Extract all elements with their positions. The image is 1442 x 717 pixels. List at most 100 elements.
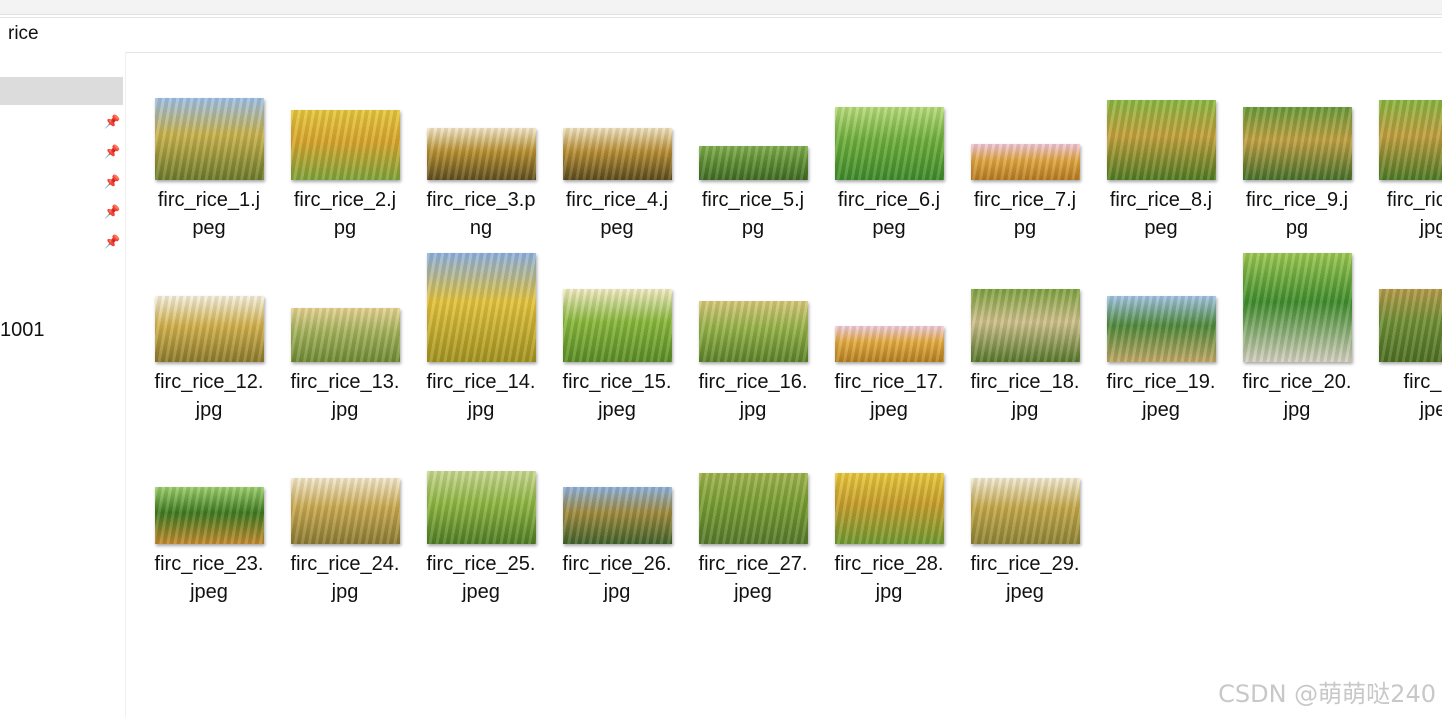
file-item[interactable]: firc_rice_23. jpeg — [144, 416, 274, 603]
thumbnail-frame — [416, 416, 546, 544]
thumbnail-frame — [416, 234, 546, 362]
file-name: firc_rice_29. jpeg — [970, 553, 1080, 603]
file-item[interactable]: firc_rice_14. jpg — [416, 234, 546, 421]
file-name: firc_rice_25. jpeg — [426, 553, 536, 603]
file-item[interactable]: firc_rice_26. jpg — [552, 416, 682, 603]
file-item[interactable]: firc_rice_9.j pg — [1232, 52, 1362, 239]
file-item[interactable]: firc_rice_3.p ng — [416, 52, 546, 239]
image-thumbnail — [427, 128, 536, 180]
file-item[interactable]: firc_rice_27. jpeg — [688, 416, 818, 603]
file-grid: firc_rice_1.j peg firc_rice_2.j pg firc_rice… — [126, 52, 1442, 717]
thumbnail-frame — [1368, 52, 1442, 180]
file-name: firc_rice_20. jpg — [1242, 371, 1352, 421]
thumbnail-frame — [688, 52, 818, 180]
image-thumbnail — [971, 144, 1080, 180]
image-thumbnail — [155, 98, 264, 180]
file-item[interactable]: firc_rice_6.j peg — [824, 52, 954, 239]
pin-icon[interactable]: 📌 — [104, 234, 120, 250]
image-thumbnail — [291, 478, 400, 544]
thumbnail-frame — [1232, 234, 1362, 362]
image-thumbnail — [563, 128, 672, 180]
image-thumbnail — [699, 146, 808, 180]
image-thumbnail — [155, 487, 264, 544]
file-item[interactable]: firc_rice_15. jpeg — [552, 234, 682, 421]
thumbnail-frame — [552, 234, 682, 362]
image-thumbnail — [699, 301, 808, 362]
file-name: firc_ricjpe — [1403, 371, 1442, 421]
address-path: rice — [8, 23, 39, 44]
image-thumbnail — [1243, 107, 1352, 180]
pin-icon[interactable]: 📌 — [104, 114, 120, 130]
file-item[interactable]: firc_rice_13. jpg — [280, 234, 410, 421]
image-thumbnail — [155, 296, 264, 362]
file-item[interactable]: firc_rice_25. jpeg — [416, 416, 546, 603]
thumbnail-frame — [552, 416, 682, 544]
image-thumbnail — [1379, 289, 1442, 362]
thumbnail-frame — [1368, 234, 1442, 362]
image-thumbnail — [1379, 100, 1442, 180]
image-thumbnail — [1107, 296, 1216, 362]
image-thumbnail — [835, 107, 944, 180]
pin-icon[interactable]: 📌 — [104, 174, 120, 190]
file-item[interactable]: firc_rice_4.j peg — [552, 52, 682, 239]
image-thumbnail — [563, 289, 672, 362]
thumbnail-frame — [688, 416, 818, 544]
nav-item-label[interactable]: 1001 — [0, 319, 45, 342]
thumbnail-frame — [824, 416, 954, 544]
watermark: CSDN @萌萌哒240 — [1218, 680, 1436, 708]
thumbnail-frame — [1096, 234, 1226, 362]
file-item[interactable]: firc_rice_8.j peg — [1096, 52, 1226, 239]
thumbnail-frame — [960, 416, 1090, 544]
window-top-strip — [0, 0, 1442, 15]
file-item[interactable]: firc_rice_18. jpg — [960, 234, 1090, 421]
navigation-pane: 📌 📌 📌 📌 📌 1001 — [0, 52, 126, 717]
file-name: firc_rice_26. jpg — [562, 553, 672, 603]
nav-item-selected[interactable] — [0, 77, 123, 105]
pin-icon[interactable]: 📌 — [104, 144, 120, 160]
image-thumbnail — [291, 110, 400, 180]
thumbnail-frame — [688, 234, 818, 362]
image-thumbnail — [835, 473, 944, 544]
file-name: firc_rice_27. jpeg — [698, 553, 808, 603]
image-thumbnail — [835, 326, 944, 362]
file-item[interactable]: firc_rice_7.j pg — [960, 52, 1090, 239]
file-name: firc_rice_24. jpg — [290, 553, 400, 603]
file-item[interactable]: firc_rice_16. jpg — [688, 234, 818, 421]
file-item[interactable]: firc_ricjpe — [1368, 234, 1442, 421]
thumbnail-frame — [1232, 52, 1362, 180]
pin-icon[interactable]: 📌 — [104, 204, 120, 220]
thumbnail-frame — [280, 234, 410, 362]
thumbnail-frame — [960, 234, 1090, 362]
image-thumbnail — [1243, 253, 1352, 362]
thumbnail-frame — [280, 52, 410, 180]
file-item[interactable]: firc_rice_2.j pg — [280, 52, 410, 239]
image-thumbnail — [427, 471, 536, 544]
thumbnail-frame — [144, 52, 274, 180]
image-thumbnail — [291, 308, 400, 362]
thumbnail-frame — [144, 234, 274, 362]
file-item[interactable]: firc_rice_12. jpg — [144, 234, 274, 421]
thumbnail-frame — [144, 416, 274, 544]
thumbnail-frame — [280, 416, 410, 544]
file-item[interactable]: firc_rice_19. jpeg — [1096, 234, 1226, 421]
file-name: firc_rice_28. jpg — [834, 553, 944, 603]
file-item[interactable]: firc_rice_1.j peg — [144, 52, 274, 239]
image-thumbnail — [427, 253, 536, 362]
image-thumbnail — [971, 289, 1080, 362]
file-item[interactable]: firc_rice_28. jpg — [824, 416, 954, 603]
thumbnail-frame — [960, 52, 1090, 180]
file-item[interactable]: firc_rice_5.j pg — [688, 52, 818, 239]
file-item[interactable]: firc_rice_17. jpeg — [824, 234, 954, 421]
file-item[interactable]: firc_rice_20. jpg — [1232, 234, 1362, 421]
address-bar[interactable]: rice — [0, 17, 1442, 53]
file-name: firc_rice_19. jpeg — [1106, 371, 1216, 421]
file-name: firc_rice_23. jpeg — [154, 553, 264, 603]
file-item[interactable]: firc_rice_1jpg — [1368, 52, 1442, 239]
file-item[interactable]: firc_rice_29. jpeg — [960, 416, 1090, 603]
file-item[interactable]: firc_rice_24. jpg — [280, 416, 410, 603]
image-thumbnail — [1107, 100, 1216, 180]
thumbnail-frame — [416, 52, 546, 180]
thumbnail-frame — [552, 52, 682, 180]
image-thumbnail — [563, 487, 672, 544]
thumbnail-frame — [1096, 52, 1226, 180]
